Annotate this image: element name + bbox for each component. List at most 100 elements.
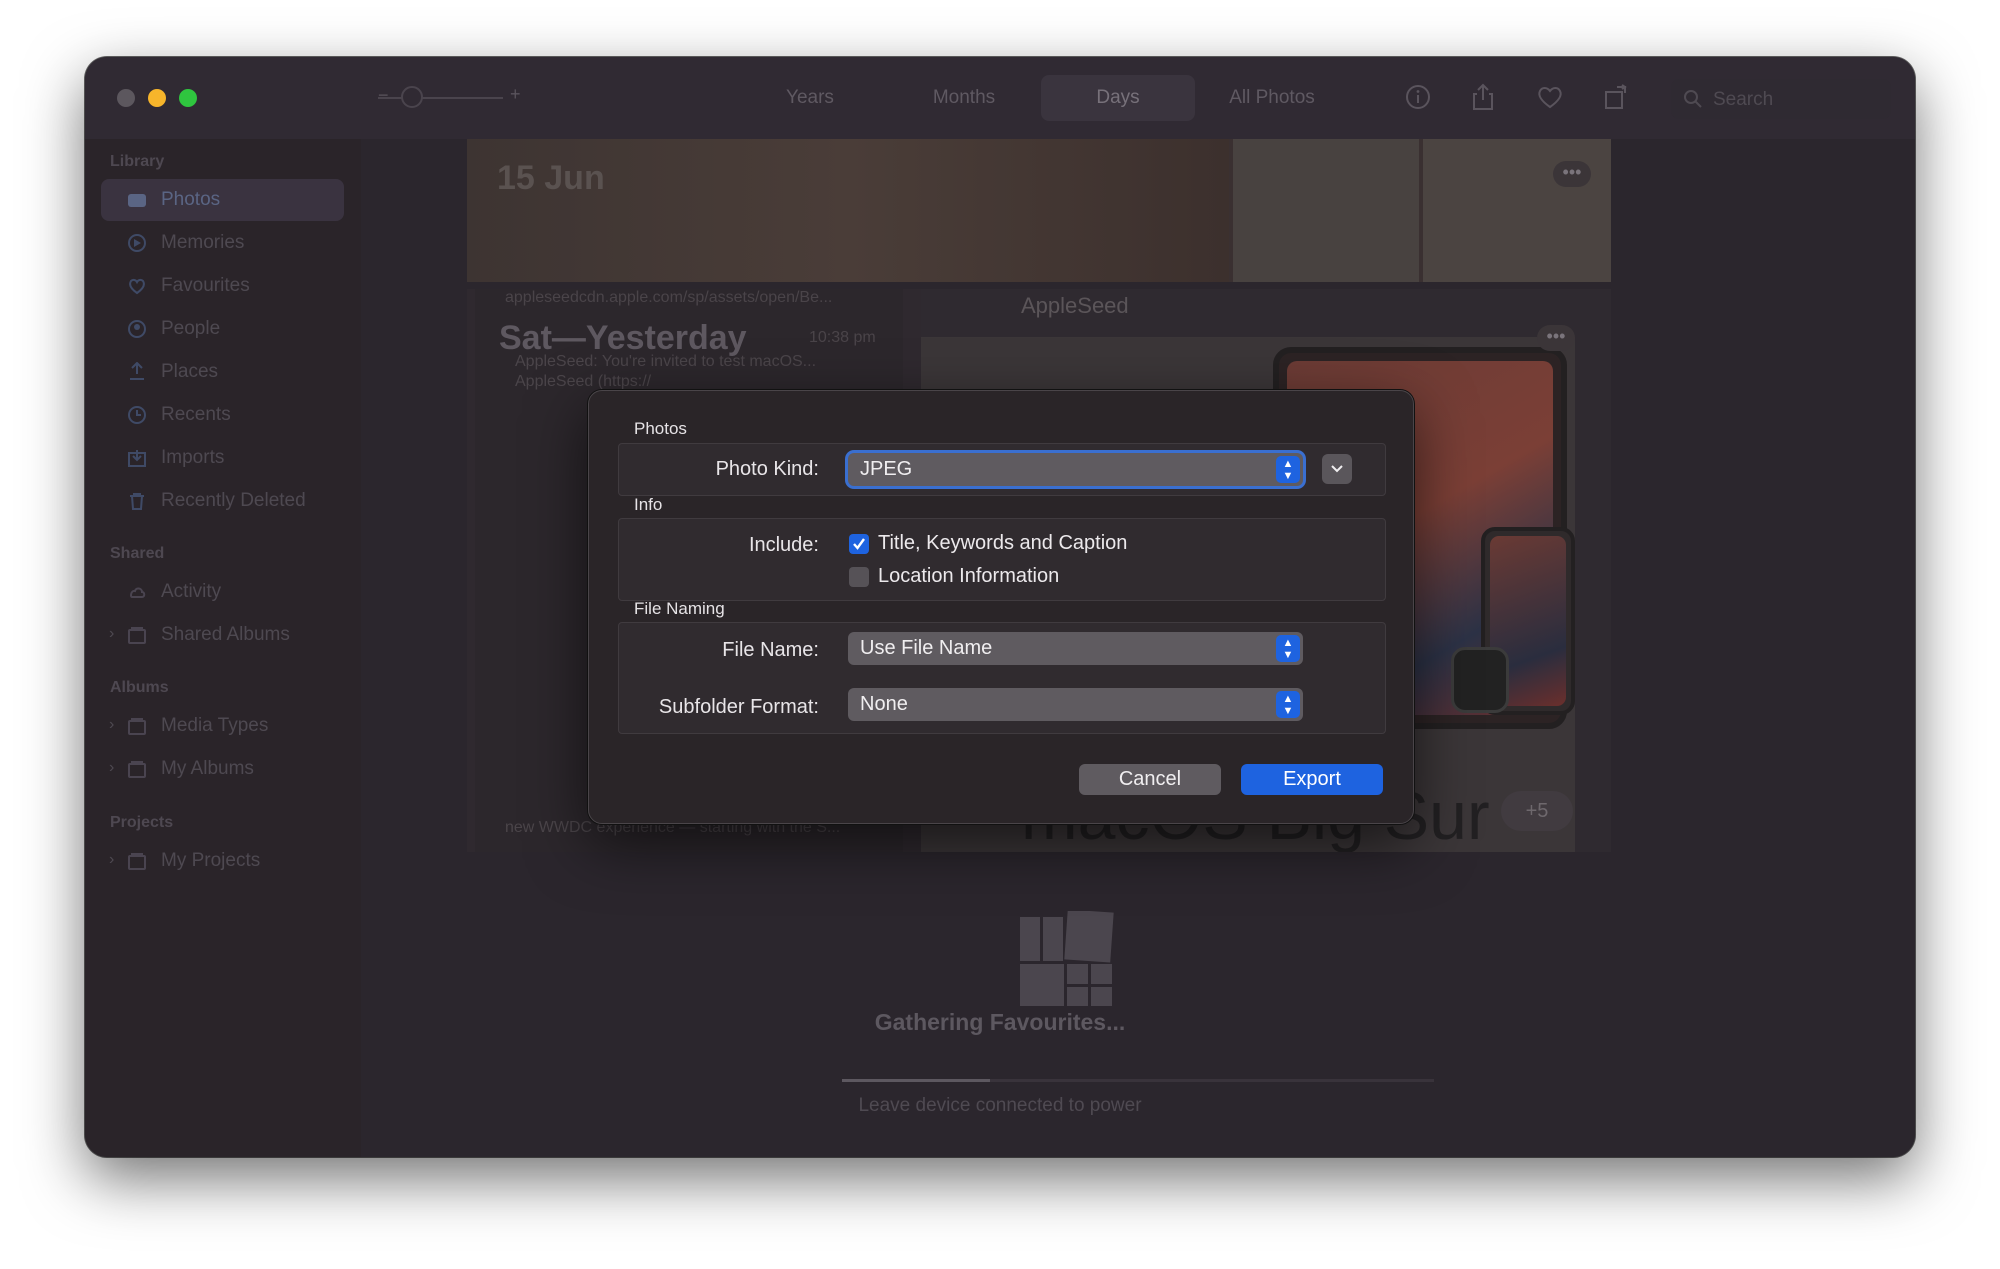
info-section-box: Include: Title, Keywords and Caption Loc… <box>618 518 1386 601</box>
info-icon[interactable] <box>1403 82 1433 112</box>
sidebar-item-my-projects[interactable]: › My Projects <box>101 840 344 882</box>
photos-icon <box>128 194 146 207</box>
photo-thumbnail[interactable] <box>1233 139 1419 282</box>
sidebar-item-label: Shared Albums <box>161 624 290 645</box>
sidebar-item-recently-deleted[interactable]: Recently Deleted <box>101 480 344 522</box>
chevron-right-icon[interactable]: › <box>109 759 114 777</box>
sidebar-item-label: Recently Deleted <box>161 490 306 511</box>
zoom-slider-knob[interactable] <box>401 86 423 108</box>
search-field[interactable]: Search <box>1671 79 1891 119</box>
heart-icon[interactable] <box>1535 82 1565 112</box>
rotate-icon[interactable] <box>1601 82 1631 112</box>
share-icon[interactable] <box>1468 82 1498 112</box>
export-dialog: Photos Photo Kind: JPEG ▲ ▼ Info Include:… <box>588 390 1414 824</box>
appleseed-brand: AppleSeed <box>1021 293 1129 318</box>
folder-icon <box>128 627 146 644</box>
card-line: AppleSeed: You're invited to test macOS.… <box>515 353 817 370</box>
zoom-in-icon[interactable]: + <box>510 84 521 105</box>
card-time: 10:38 pm <box>809 329 876 346</box>
heart-icon <box>129 278 145 295</box>
photo-strip-top[interactable]: 15 Jun ••• <box>467 139 1611 282</box>
sidebar-item-activity[interactable]: Activity <box>101 571 344 613</box>
sidebar-item-recents[interactable]: Recents <box>101 394 344 436</box>
updown-arrows-icon: ▲ ▼ <box>1276 691 1300 718</box>
close-window-button[interactable] <box>117 89 135 107</box>
sidebar-item-my-albums[interactable]: › My Albums <box>101 748 344 790</box>
search-icon <box>1684 90 1702 108</box>
people-icon <box>128 320 146 338</box>
tab-days[interactable]: Days <box>1041 75 1195 121</box>
sidebar-item-people[interactable]: People <box>101 308 344 350</box>
subfolder-format-popup[interactable]: None ▲ ▼ <box>848 688 1303 721</box>
chevron-right-icon[interactable]: › <box>109 716 114 734</box>
folder-icon <box>128 718 146 735</box>
search-placeholder: Search <box>1713 89 1774 110</box>
trash-icon <box>130 493 144 510</box>
gathering-progress <box>842 1079 1434 1082</box>
export-button[interactable]: Export <box>1241 764 1383 795</box>
imports-icon <box>128 450 146 467</box>
section-title-file-naming: File Naming <box>634 599 725 618</box>
sidebar-item-label: Activity <box>161 581 222 602</box>
photo-thumbnail[interactable] <box>1423 139 1611 282</box>
toolbar: − + Years Months Days All Photos Search <box>85 57 1915 139</box>
subfolder-format-value: None <box>860 693 908 715</box>
photo-kind-label: Photo Kind: <box>715 458 819 480</box>
zoom-slider[interactable] <box>378 97 503 99</box>
file-name-popup[interactable]: Use File Name ▲ ▼ <box>848 632 1303 665</box>
section-title-info: Info <box>634 495 663 514</box>
expand-options-button[interactable] <box>1322 454 1352 484</box>
sidebar-item-shared-albums[interactable]: › Shared Albums <box>101 614 344 656</box>
tab-months[interactable]: Months <box>887 75 1041 121</box>
title-keywords-caption-label[interactable]: Title, Keywords and Caption <box>878 532 1127 555</box>
photo-kind-popup[interactable]: JPEG ▲ ▼ <box>848 453 1303 486</box>
sidebar-item-photos[interactable]: Photos <box>101 179 344 221</box>
chevron-right-icon[interactable]: › <box>109 851 114 869</box>
chevron-right-icon[interactable]: › <box>109 625 114 643</box>
sidebar-item-label: Photos <box>161 189 221 210</box>
sidebar-item-label: Media Types <box>161 715 269 736</box>
sidebar-item-label: People <box>161 318 221 339</box>
file-name-value: Use File Name <box>860 637 993 659</box>
file-naming-section-box: File Name: Use File Name ▲ ▼ Subfolder Fo… <box>618 622 1386 734</box>
minimize-window-button[interactable] <box>148 89 166 107</box>
cloud-icon <box>130 587 146 598</box>
maximize-window-button[interactable] <box>179 89 197 107</box>
sidebar-item-imports[interactable]: Imports <box>101 437 344 479</box>
include-label: Include: <box>748 534 819 556</box>
more-options-button[interactable]: ••• <box>1553 161 1591 187</box>
sidebar-item-places[interactable]: Places <box>101 351 344 393</box>
tab-years[interactable]: Years <box>733 75 887 121</box>
sidebar-heading-projects: Projects <box>110 814 174 831</box>
cancel-button[interactable]: Cancel <box>1079 764 1221 795</box>
progress-fill <box>842 1079 990 1082</box>
title-keywords-caption-checkbox[interactable] <box>849 534 869 554</box>
view-segmented-control: Years Months Days All Photos <box>733 75 1349 121</box>
more-options-button[interactable]: ••• <box>1537 325 1575 351</box>
sidebar-item-label: Imports <box>161 447 225 468</box>
tab-all-photos[interactable]: All Photos <box>1195 75 1349 121</box>
card-line: AppleSeed (https:// <box>515 373 652 390</box>
zoom-out-icon[interactable]: − <box>378 85 389 106</box>
section-title-photos: Photos <box>634 419 687 438</box>
sidebar-item-memories[interactable]: Memories <box>101 222 344 264</box>
sidebar-item-label: Places <box>161 361 219 382</box>
sidebar: Library Photos Memories Favourites Peopl… <box>85 139 361 1157</box>
chevron-down-icon <box>1331 465 1343 473</box>
location-information-checkbox[interactable] <box>849 567 869 587</box>
more-count-badge[interactable]: +5 <box>1501 791 1573 831</box>
sidebar-item-media-types[interactable]: › Media Types <box>101 705 344 747</box>
sidebar-heading-library: Library <box>110 153 165 170</box>
checkmark-icon <box>853 538 865 550</box>
updown-arrows-icon: ▲ ▼ <box>1276 456 1300 483</box>
file-name-label: File Name: <box>722 639 819 661</box>
photo-kind-value: JPEG <box>860 458 913 480</box>
location-information-label[interactable]: Location Information <box>878 565 1059 588</box>
sidebar-heading-shared: Shared <box>110 545 165 562</box>
folder-icon <box>128 853 146 870</box>
sidebar-item-label: My Projects <box>161 850 261 871</box>
gathering-icon <box>1020 911 1114 1006</box>
card-url-text: appleseedcdn.apple.com/sp/assets/open/Be… <box>505 289 833 306</box>
sidebar-item-favourites[interactable]: Favourites <box>101 265 344 307</box>
sidebar-item-label: My Albums <box>161 758 254 779</box>
